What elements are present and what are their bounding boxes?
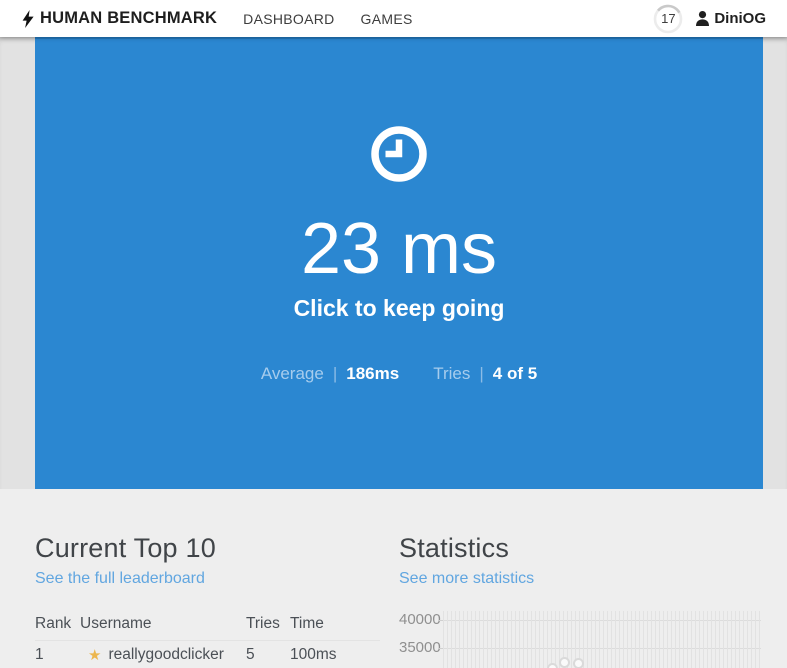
tries-label: Tries [433, 364, 471, 383]
table-header-divider [35, 640, 380, 641]
rank-value: 1 [35, 646, 44, 663]
separator: | [479, 364, 484, 383]
more-statistics-link[interactable]: See more statistics [399, 570, 534, 588]
time-value-cell: 100ms [290, 646, 337, 663]
column-time: Time [290, 615, 324, 632]
y-tick-35000: 35000 [399, 639, 441, 656]
username-label: DiniOG [714, 10, 766, 27]
leaderboard-panel: Current Top 10 See the full leaderboard … [35, 489, 380, 668]
nav-dashboard[interactable]: DASHBOARD [243, 11, 334, 27]
chart-point [559, 656, 571, 668]
star-icon: ★ [88, 646, 102, 664]
attempt-stats: Average | 186ms Tries | 4 of 5 [261, 364, 537, 384]
statistics-title: Statistics [399, 533, 510, 563]
person-icon [696, 11, 710, 26]
separator: | [332, 364, 338, 383]
level-badge[interactable]: 17 [653, 4, 683, 34]
level-value: 17 [661, 11, 676, 26]
average-value: 186ms [346, 364, 400, 383]
brand-link[interactable]: HUMAN BENCHMARK [22, 9, 217, 28]
column-tries: Tries [246, 615, 280, 632]
column-rank: Rank [35, 615, 72, 632]
leader-username: reallygoodclicker [108, 646, 224, 663]
top-nav: HUMAN BENCHMARK DASHBOARD GAMES 17 DiniO… [0, 0, 787, 37]
column-username: Username [80, 615, 152, 632]
tries-value: 4 of 5 [492, 364, 538, 383]
clock-icon [370, 125, 428, 183]
statistics-panel: Statistics See more statistics 40000 350… [399, 489, 763, 668]
table-row: 1 ★ reallygoodclicker 5 100ms [35, 646, 380, 664]
average-stat: Average | 186ms [261, 364, 399, 384]
page-background: 23 ms Click to keep going Average | 186m… [0, 37, 787, 489]
result-value: 23 ms [300, 209, 498, 289]
content-section: Current Top 10 See the full leaderboard … [0, 489, 787, 668]
chart-point [572, 657, 584, 668]
tries-stat: Tries | 4 of 5 [433, 364, 537, 384]
reaction-test-click-area[interactable]: 23 ms Click to keep going Average | 186m… [35, 37, 763, 489]
chart-plot [443, 611, 761, 668]
tries-value-cell: 5 [246, 646, 255, 663]
click-prompt: Click to keep going [293, 295, 505, 321]
leaderboard-title: Current Top 10 [35, 533, 216, 563]
average-label: Average [260, 364, 324, 383]
lightning-bolt-icon [22, 9, 34, 28]
nav-games[interactable]: GAMES [361, 11, 413, 27]
y-tick-40000: 40000 [399, 611, 441, 628]
username-cell: ★ reallygoodclicker [80, 646, 246, 664]
user-menu[interactable]: DiniOG [696, 10, 766, 27]
leaderboard-table-header: Rank Username Tries Time [35, 615, 380, 633]
brand-label: HUMAN BENCHMARK [40, 9, 218, 27]
chart-point [547, 663, 559, 668]
full-leaderboard-link[interactable]: See the full leaderboard [35, 570, 205, 588]
